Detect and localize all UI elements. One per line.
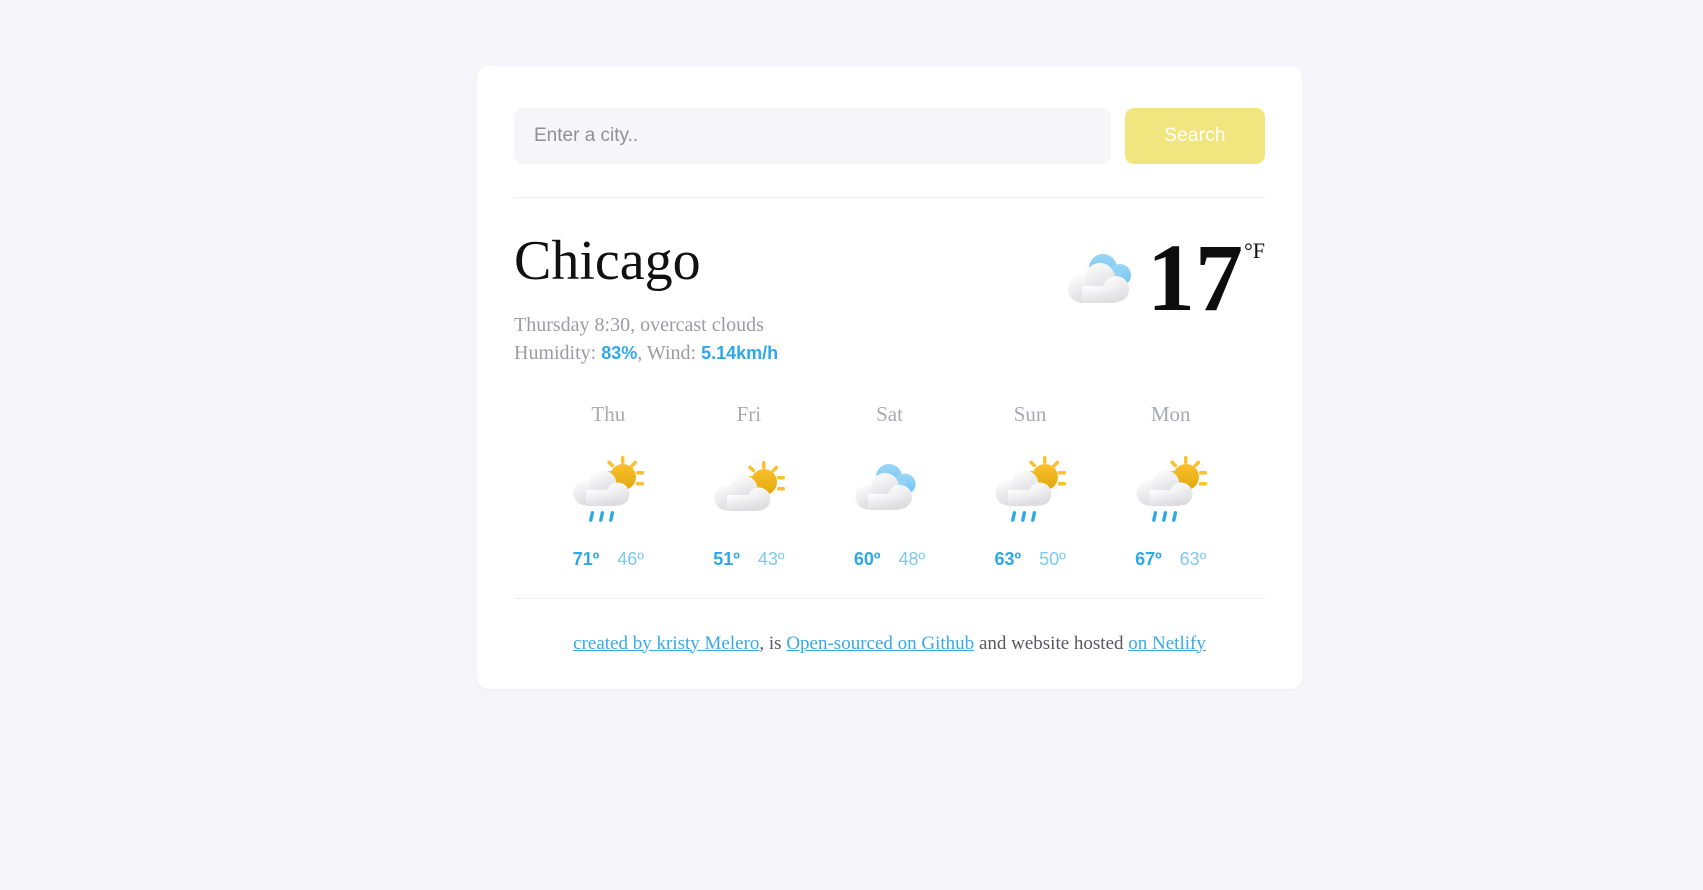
overcast-clouds-icon: [1063, 248, 1141, 308]
forecast-min-temp: 50º: [1039, 548, 1066, 569]
wind-separator: , Wind:: [637, 342, 702, 365]
current-weather-details: Chicago Thursday 8:30, overcast clouds H…: [514, 230, 778, 368]
forecast-max-temp: 60º: [853, 548, 881, 569]
divider-top: [514, 197, 1265, 198]
forecast-day-label: Fri: [736, 401, 762, 426]
search-button[interactable]: Search: [1125, 108, 1265, 164]
forecast-min-temp: 43º: [757, 548, 785, 569]
sun-behind-cloud-rain-icon: [960, 449, 1101, 533]
humidity-value: 83%: [601, 343, 638, 364]
current-conditions: Thursday 8:30, overcast clouds Humidity:…: [514, 311, 778, 368]
footer-link-netlify[interactable]: on Netlify: [1128, 633, 1206, 654]
forecast-day-1: Fri 51º 43º: [679, 402, 820, 570]
search-input[interactable]: [514, 108, 1111, 164]
forecast-temps: 67º 63º: [1100, 549, 1241, 570]
forecast-day-0: Thu 71º 46º: [538, 402, 679, 570]
forecast-row: Thu 71º 46º Fri 51º 43º Sat 60º 48º Sun …: [514, 402, 1265, 570]
divider-bottom: [514, 597, 1265, 599]
forecast-day-label: Sat: [876, 401, 903, 426]
humidity-wind-line: Humidity: 83%, Wind: 5.14km/h: [514, 339, 778, 367]
overcast-clouds-icon: [819, 449, 960, 533]
forecast-day-3: Sun 63º 50º: [960, 402, 1101, 570]
forecast-max-temp: 51º: [713, 548, 740, 569]
forecast-day-label: Sun: [1013, 401, 1047, 426]
forecast-max-temp: 67º: [1135, 548, 1162, 569]
footer-link-author[interactable]: created by kristy Melero: [573, 633, 759, 654]
temperature-display: 17 °F: [1146, 224, 1265, 331]
footer-text-1: , is: [759, 632, 787, 654]
current-weather-section: Chicago Thursday 8:30, overcast clouds H…: [514, 224, 1265, 368]
forecast-day-label: Mon: [1150, 401, 1191, 426]
city-name: Chicago: [514, 230, 701, 292]
weather-card: Search Chicago Thursday 8:30, overcast c…: [477, 66, 1302, 689]
forecast-temps: 60º 48º: [819, 549, 960, 570]
forecast-temps: 71º 46º: [538, 549, 679, 570]
sun-behind-cloud-icon: [679, 449, 820, 533]
temperature-value: 17: [1146, 224, 1243, 331]
sun-behind-cloud-rain-icon: [1100, 449, 1241, 533]
humidity-label: Humidity:: [514, 342, 602, 365]
temperature-unit: °F: [1243, 238, 1265, 263]
footer-text-2: and website hosted: [974, 632, 1129, 654]
forecast-day-label: Thu: [591, 401, 626, 426]
forecast-day-2: Sat 60º 48º: [819, 402, 960, 570]
sun-behind-cloud-rain-icon: [538, 449, 679, 533]
footer-link-github[interactable]: Open-sourced on Github: [786, 633, 974, 654]
app-root: Search Chicago Thursday 8:30, overcast c…: [0, 0, 1703, 890]
forecast-min-temp: 48º: [898, 548, 926, 569]
footer: created by kristy Melero, is Open-source…: [514, 633, 1265, 655]
forecast-max-temp: 63º: [994, 548, 1022, 569]
search-row: Search: [514, 108, 1265, 164]
forecast-min-temp: 63º: [1179, 548, 1207, 569]
forecast-temps: 51º 43º: [679, 549, 820, 570]
forecast-max-temp: 71º: [572, 548, 600, 569]
forecast-min-temp: 46º: [617, 548, 644, 569]
conditions-line: Thursday 8:30, overcast clouds: [514, 313, 764, 336]
current-temperature-block: 17 °F: [1063, 224, 1265, 331]
forecast-day-4: Mon 67º 63º: [1100, 402, 1241, 570]
wind-value: 5.14km/h: [701, 343, 779, 364]
forecast-temps: 63º 50º: [960, 549, 1101, 570]
